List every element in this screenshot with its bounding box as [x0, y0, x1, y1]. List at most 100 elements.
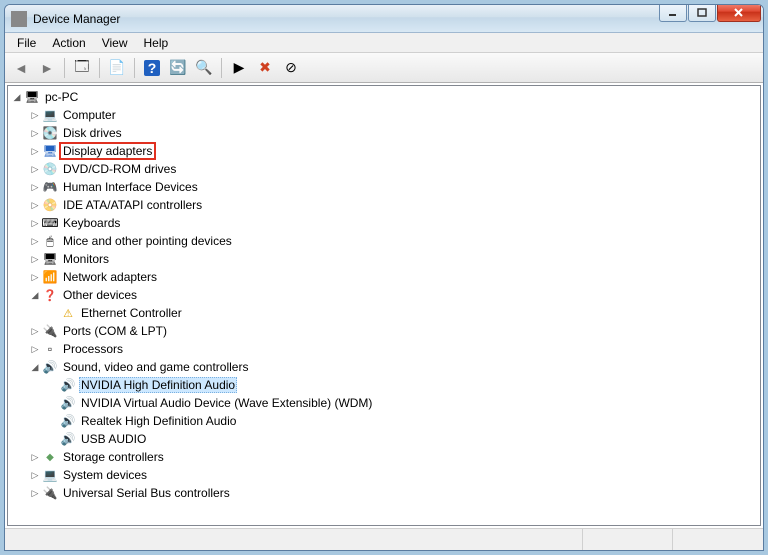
- tree-node-ethernet[interactable]: Ethernet Controller: [46, 304, 758, 322]
- window-title: Device Manager: [33, 12, 120, 26]
- tree-node-nvidia-hd-audio[interactable]: NVIDIA High Definition Audio: [46, 376, 758, 394]
- network-icon: [42, 269, 58, 285]
- tree-node-display-adapters[interactable]: ▷Display adapters: [28, 142, 758, 160]
- expand-icon[interactable]: ▷: [28, 342, 42, 356]
- toolbar-separator: [99, 58, 100, 78]
- close-button[interactable]: [717, 4, 761, 22]
- collapse-icon[interactable]: ◢: [28, 360, 42, 374]
- tree-node-keyboards[interactable]: ▷Keyboards: [28, 214, 758, 232]
- scan-hardware-button[interactable]: 🔍: [192, 56, 216, 80]
- back-button[interactable]: ◄: [9, 56, 33, 80]
- ethernet-warning-icon: [60, 305, 76, 321]
- tree-node-other-devices[interactable]: ◢Other devices: [28, 286, 758, 304]
- monitor-icon: [42, 251, 58, 267]
- processor-icon: [42, 341, 58, 357]
- window-controls: [659, 4, 761, 22]
- uninstall-button[interactable]: ✖: [253, 56, 277, 80]
- menu-help[interactable]: Help: [136, 34, 177, 52]
- mouse-icon: [42, 233, 58, 249]
- expand-icon[interactable]: ▷: [28, 468, 42, 482]
- tree-node-hid[interactable]: ▷Human Interface Devices: [28, 178, 758, 196]
- help-icon: ?: [144, 60, 160, 76]
- tree-node-system[interactable]: ▷System devices: [28, 466, 758, 484]
- expand-icon[interactable]: ▷: [28, 486, 42, 500]
- tree-node-network[interactable]: ▷Network adapters: [28, 268, 758, 286]
- storage-icon: [42, 449, 58, 465]
- status-pane-1: [583, 529, 673, 550]
- keyboard-icon: [42, 215, 58, 231]
- expand-icon[interactable]: ▷: [28, 234, 42, 248]
- help-button[interactable]: ?: [140, 56, 164, 80]
- ide-icon: [42, 197, 58, 213]
- enable-button[interactable]: ▶: [227, 56, 251, 80]
- expand-icon[interactable]: ▷: [28, 450, 42, 464]
- computer-icon: [42, 107, 58, 123]
- disk-icon: [42, 125, 58, 141]
- sound-device-icon: [60, 431, 76, 447]
- menu-file[interactable]: File: [9, 34, 44, 52]
- toolbar: ◄ ► 🗔 📄 ? 🔄 🔍 ▶ ✖ ⊘: [5, 53, 763, 83]
- tree-node-computer[interactable]: ▷Computer: [28, 106, 758, 124]
- tree-node-usb-audio[interactable]: USB AUDIO: [46, 430, 758, 448]
- arrow-left-icon: ◄: [14, 60, 28, 76]
- tree-root[interactable]: ◢ pc-PC: [10, 88, 758, 106]
- expand-icon[interactable]: ▷: [28, 162, 42, 176]
- collapse-icon[interactable]: ◢: [28, 288, 42, 302]
- forward-button[interactable]: ►: [35, 56, 59, 80]
- toolbar-separator: [64, 58, 65, 78]
- other-devices-icon: [42, 287, 58, 303]
- tree-node-ide[interactable]: ▷IDE ATA/ATAPI controllers: [28, 196, 758, 214]
- tree-node-realtek[interactable]: Realtek High Definition Audio: [46, 412, 758, 430]
- minimize-button[interactable]: [659, 4, 687, 22]
- disable-button[interactable]: ⊘: [279, 56, 303, 80]
- toolbar-separator: [134, 58, 135, 78]
- tree-node-mice[interactable]: ▷Mice and other pointing devices: [28, 232, 758, 250]
- expand-icon[interactable]: ▷: [28, 324, 42, 338]
- properties-button[interactable]: 📄: [105, 56, 129, 80]
- tree-pane[interactable]: ◢ pc-PC ▷Computer ▷Disk drives ▷Display …: [7, 85, 761, 526]
- tree-root-label[interactable]: pc-PC: [43, 90, 80, 104]
- enable-icon: ▶: [234, 59, 245, 76]
- collapse-icon[interactable]: ◢: [10, 90, 24, 104]
- tree-node-monitors[interactable]: ▷Monitors: [28, 250, 758, 268]
- arrow-right-icon: ►: [40, 60, 54, 76]
- expand-icon[interactable]: ▷: [28, 270, 42, 284]
- sound-device-icon: [60, 413, 76, 429]
- expand-icon[interactable]: ▷: [28, 216, 42, 230]
- scan-icon: 🔍: [195, 59, 212, 76]
- hid-icon: [42, 179, 58, 195]
- sound-device-icon: [60, 395, 76, 411]
- statusbar: [5, 528, 763, 550]
- menu-view[interactable]: View: [94, 34, 136, 52]
- menu-action[interactable]: Action: [44, 34, 93, 52]
- expand-icon[interactable]: ▷: [28, 108, 42, 122]
- titlebar[interactable]: Device Manager: [5, 5, 763, 33]
- tree-node-processors[interactable]: ▷Processors: [28, 340, 758, 358]
- tree-node-storage[interactable]: ▷Storage controllers: [28, 448, 758, 466]
- tree-node-nvidia-wdm[interactable]: NVIDIA Virtual Audio Device (Wave Extens…: [46, 394, 758, 412]
- toolbar-separator: [221, 58, 222, 78]
- expand-icon[interactable]: ▷: [28, 144, 42, 158]
- expand-icon[interactable]: ▷: [28, 180, 42, 194]
- sound-icon: [42, 359, 58, 375]
- tree-node-usb[interactable]: ▷Universal Serial Bus controllers: [28, 484, 758, 502]
- update-driver-button[interactable]: 🔄: [166, 56, 190, 80]
- expand-icon[interactable]: ▷: [28, 252, 42, 266]
- tree-node-dvd[interactable]: ▷DVD/CD-ROM drives: [28, 160, 758, 178]
- expand-icon[interactable]: ▷: [28, 198, 42, 212]
- tree-node-disk-drives[interactable]: ▷Disk drives: [28, 124, 758, 142]
- computer-root-icon: [24, 89, 40, 105]
- tree-node-ports[interactable]: ▷Ports (COM & LPT): [28, 322, 758, 340]
- uninstall-icon: ✖: [259, 59, 271, 76]
- sound-device-icon: [60, 377, 76, 393]
- tree-node-sound[interactable]: ◢Sound, video and game controllers: [28, 358, 758, 376]
- menubar: File Action View Help: [5, 33, 763, 53]
- expand-icon[interactable]: ▷: [28, 126, 42, 140]
- device-manager-window: Device Manager File Action View Help ◄ ►…: [4, 4, 764, 551]
- usb-icon: [42, 485, 58, 501]
- properties-icon: 📄: [108, 59, 125, 76]
- console-tree-icon: 🗔: [74, 56, 89, 80]
- system-icon: [42, 467, 58, 483]
- maximize-button[interactable]: [688, 4, 716, 22]
- show-hide-console-button[interactable]: 🗔: [70, 56, 94, 80]
